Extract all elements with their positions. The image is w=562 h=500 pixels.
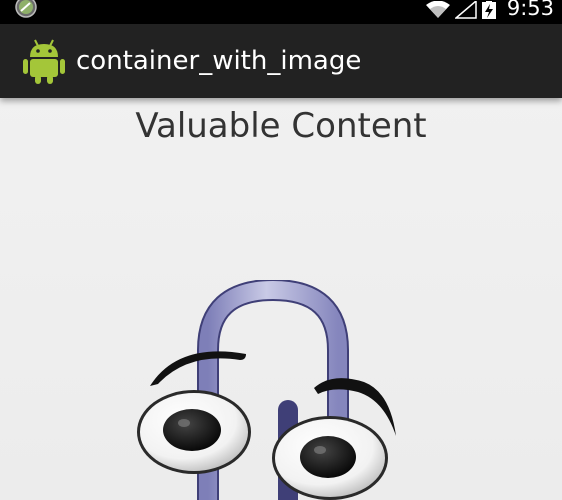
paperclip-assistant-image: [128, 278, 408, 500]
action-bar-title: container_with_image: [76, 46, 362, 76]
action-bar: container_with_image: [0, 24, 562, 98]
app-screen: 9:53 container_with_image Valuable Conte…: [0, 0, 562, 500]
status-bar: 9:53: [0, 0, 562, 24]
valuable-content-text: Valuable Content: [135, 106, 427, 146]
app-notification-icon: [15, 0, 37, 18]
wifi-icon: [425, 0, 451, 23]
status-icons: 9:53: [425, 0, 554, 24]
signal-icon: [453, 0, 477, 23]
battery-charging-icon: [481, 0, 497, 23]
android-robot-icon[interactable]: [22, 37, 66, 85]
status-time: 9:53: [506, 0, 554, 20]
